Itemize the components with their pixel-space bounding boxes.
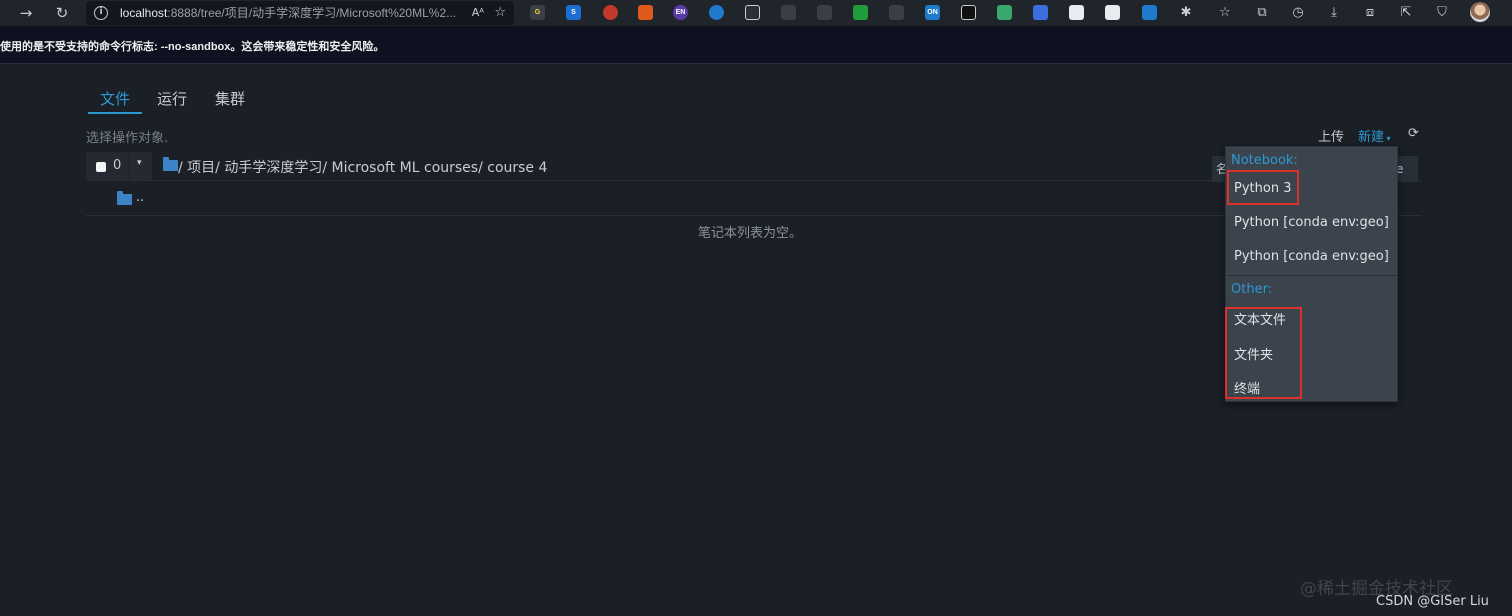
- extension-chart-icon[interactable]: [1033, 5, 1048, 20]
- extension-map-icon[interactable]: [997, 5, 1012, 20]
- share-icon[interactable]: ⇱: [1397, 3, 1415, 23]
- browser-toolbar: → ↻ i localhost:8888/tree/项目/动手学深度学习/Mic…: [0, 0, 1512, 26]
- warning-text: 使用的是不受支持的命令行标志: --no-sandbox。这会带来稳定性和安全风…: [0, 41, 385, 53]
- info-icon[interactable]: i: [94, 6, 108, 20]
- tab-files[interactable]: 文件: [100, 88, 130, 109]
- highlight-box-python3: [1227, 170, 1299, 205]
- extension-blue-icon[interactable]: [709, 5, 724, 20]
- collections-icon[interactable]: ⧉: [1253, 3, 1271, 23]
- downloads-icon[interactable]: ⤓: [1325, 3, 1343, 23]
- caret-down-icon: ▾: [1384, 134, 1391, 143]
- highlight-box-other: [1225, 307, 1302, 399]
- new-button-label: 新建: [1358, 130, 1385, 145]
- separator: [129, 152, 130, 180]
- select-all-checkbox[interactable]: [96, 162, 106, 172]
- sort-size-button[interactable]: e: [1396, 156, 1418, 182]
- extension-on-icon[interactable]: ON: [925, 5, 940, 20]
- tab-clusters[interactable]: 集群: [215, 88, 245, 109]
- reload-icon[interactable]: ↻: [52, 3, 72, 23]
- active-tab-indicator: [88, 112, 142, 114]
- sort-name-button[interactable]: 名: [1212, 156, 1226, 182]
- watermark-csdn: CSDN @GISer Liu: [1376, 594, 1489, 609]
- screenshot-icon[interactable]: ⧈: [1361, 3, 1379, 23]
- refresh-icon[interactable]: ⟳: [1408, 126, 1419, 141]
- notebook-header: Notebook:: [1231, 153, 1298, 168]
- extension-outlook-icon[interactable]: [1142, 5, 1157, 20]
- favorites-icon[interactable]: ☆: [1216, 3, 1234, 23]
- url-host: localhost: [120, 6, 168, 20]
- security-shield-icon[interactable]: ⛉: [1433, 3, 1451, 23]
- parent-dir-label[interactable]: ..: [136, 190, 144, 205]
- folder-icon[interactable]: [163, 157, 178, 171]
- extension-flask-icon[interactable]: [817, 5, 832, 20]
- extension-page-icon[interactable]: [781, 5, 796, 20]
- extension-pocket-icon[interactable]: [1069, 5, 1084, 20]
- divider: [1226, 275, 1397, 276]
- extension-en-icon[interactable]: EN: [673, 5, 688, 20]
- extension-download-icon[interactable]: [853, 5, 868, 20]
- url-path: :8888/tree/项目/动手学深度学习/Microsoft%20ML%2..…: [167, 6, 457, 20]
- history-icon[interactable]: ◷: [1289, 3, 1307, 23]
- extension-translate-icon[interactable]: [1105, 5, 1120, 20]
- divider: [86, 215, 1422, 216]
- breadcrumb[interactable]: / 项目/ 动手学深度学习/ Microsoft ML courses/ cou…: [178, 157, 547, 177]
- extension-i-icon[interactable]: [961, 5, 976, 20]
- menu-item-conda-geo-2[interactable]: Python [conda env:geo]: [1234, 249, 1389, 264]
- url-text[interactable]: localhost:8888/tree/项目/动手学深度学习/Microsoft…: [120, 1, 480, 25]
- select-hint: 选择操作对象.: [86, 131, 169, 146]
- extension-chat-icon[interactable]: [889, 5, 904, 20]
- extensions-puzzle-icon[interactable]: ✱: [1177, 3, 1195, 23]
- folder-icon: [117, 191, 132, 205]
- upload-button[interactable]: 上传: [1318, 126, 1344, 145]
- favorite-star-icon[interactable]: ☆: [494, 1, 506, 25]
- extension-chrome-icon[interactable]: [603, 5, 618, 20]
- caret-down-icon[interactable]: ▾: [137, 158, 142, 168]
- new-button[interactable]: 新建 ▾: [1358, 126, 1391, 145]
- list-item-parent[interactable]: [86, 181, 1422, 215]
- extension-glasses-icon[interactable]: [745, 5, 760, 20]
- extension-app-icon[interactable]: [638, 5, 653, 20]
- forward-arrow-icon[interactable]: →: [16, 3, 36, 23]
- extension-google-icon[interactable]: G: [530, 5, 545, 20]
- other-header: Other:: [1231, 282, 1273, 297]
- select-all-dropdown[interactable]: 0 ▾: [86, 152, 152, 180]
- menu-item-conda-geo-1[interactable]: Python [conda env:geo]: [1234, 215, 1389, 230]
- warning-infobar: 使用的是不受支持的命令行标志: --no-sandbox。这会带来稳定性和安全风…: [0, 26, 1512, 64]
- extension-s-icon[interactable]: S: [566, 5, 581, 20]
- selected-count: 0: [113, 158, 122, 173]
- tab-running[interactable]: 运行: [157, 88, 187, 109]
- address-bar[interactable]: i localhost:8888/tree/项目/动手学深度学习/Microso…: [86, 1, 514, 25]
- profile-avatar[interactable]: [1470, 2, 1490, 22]
- read-aloud-icon[interactable]: Aᴬ: [472, 1, 484, 25]
